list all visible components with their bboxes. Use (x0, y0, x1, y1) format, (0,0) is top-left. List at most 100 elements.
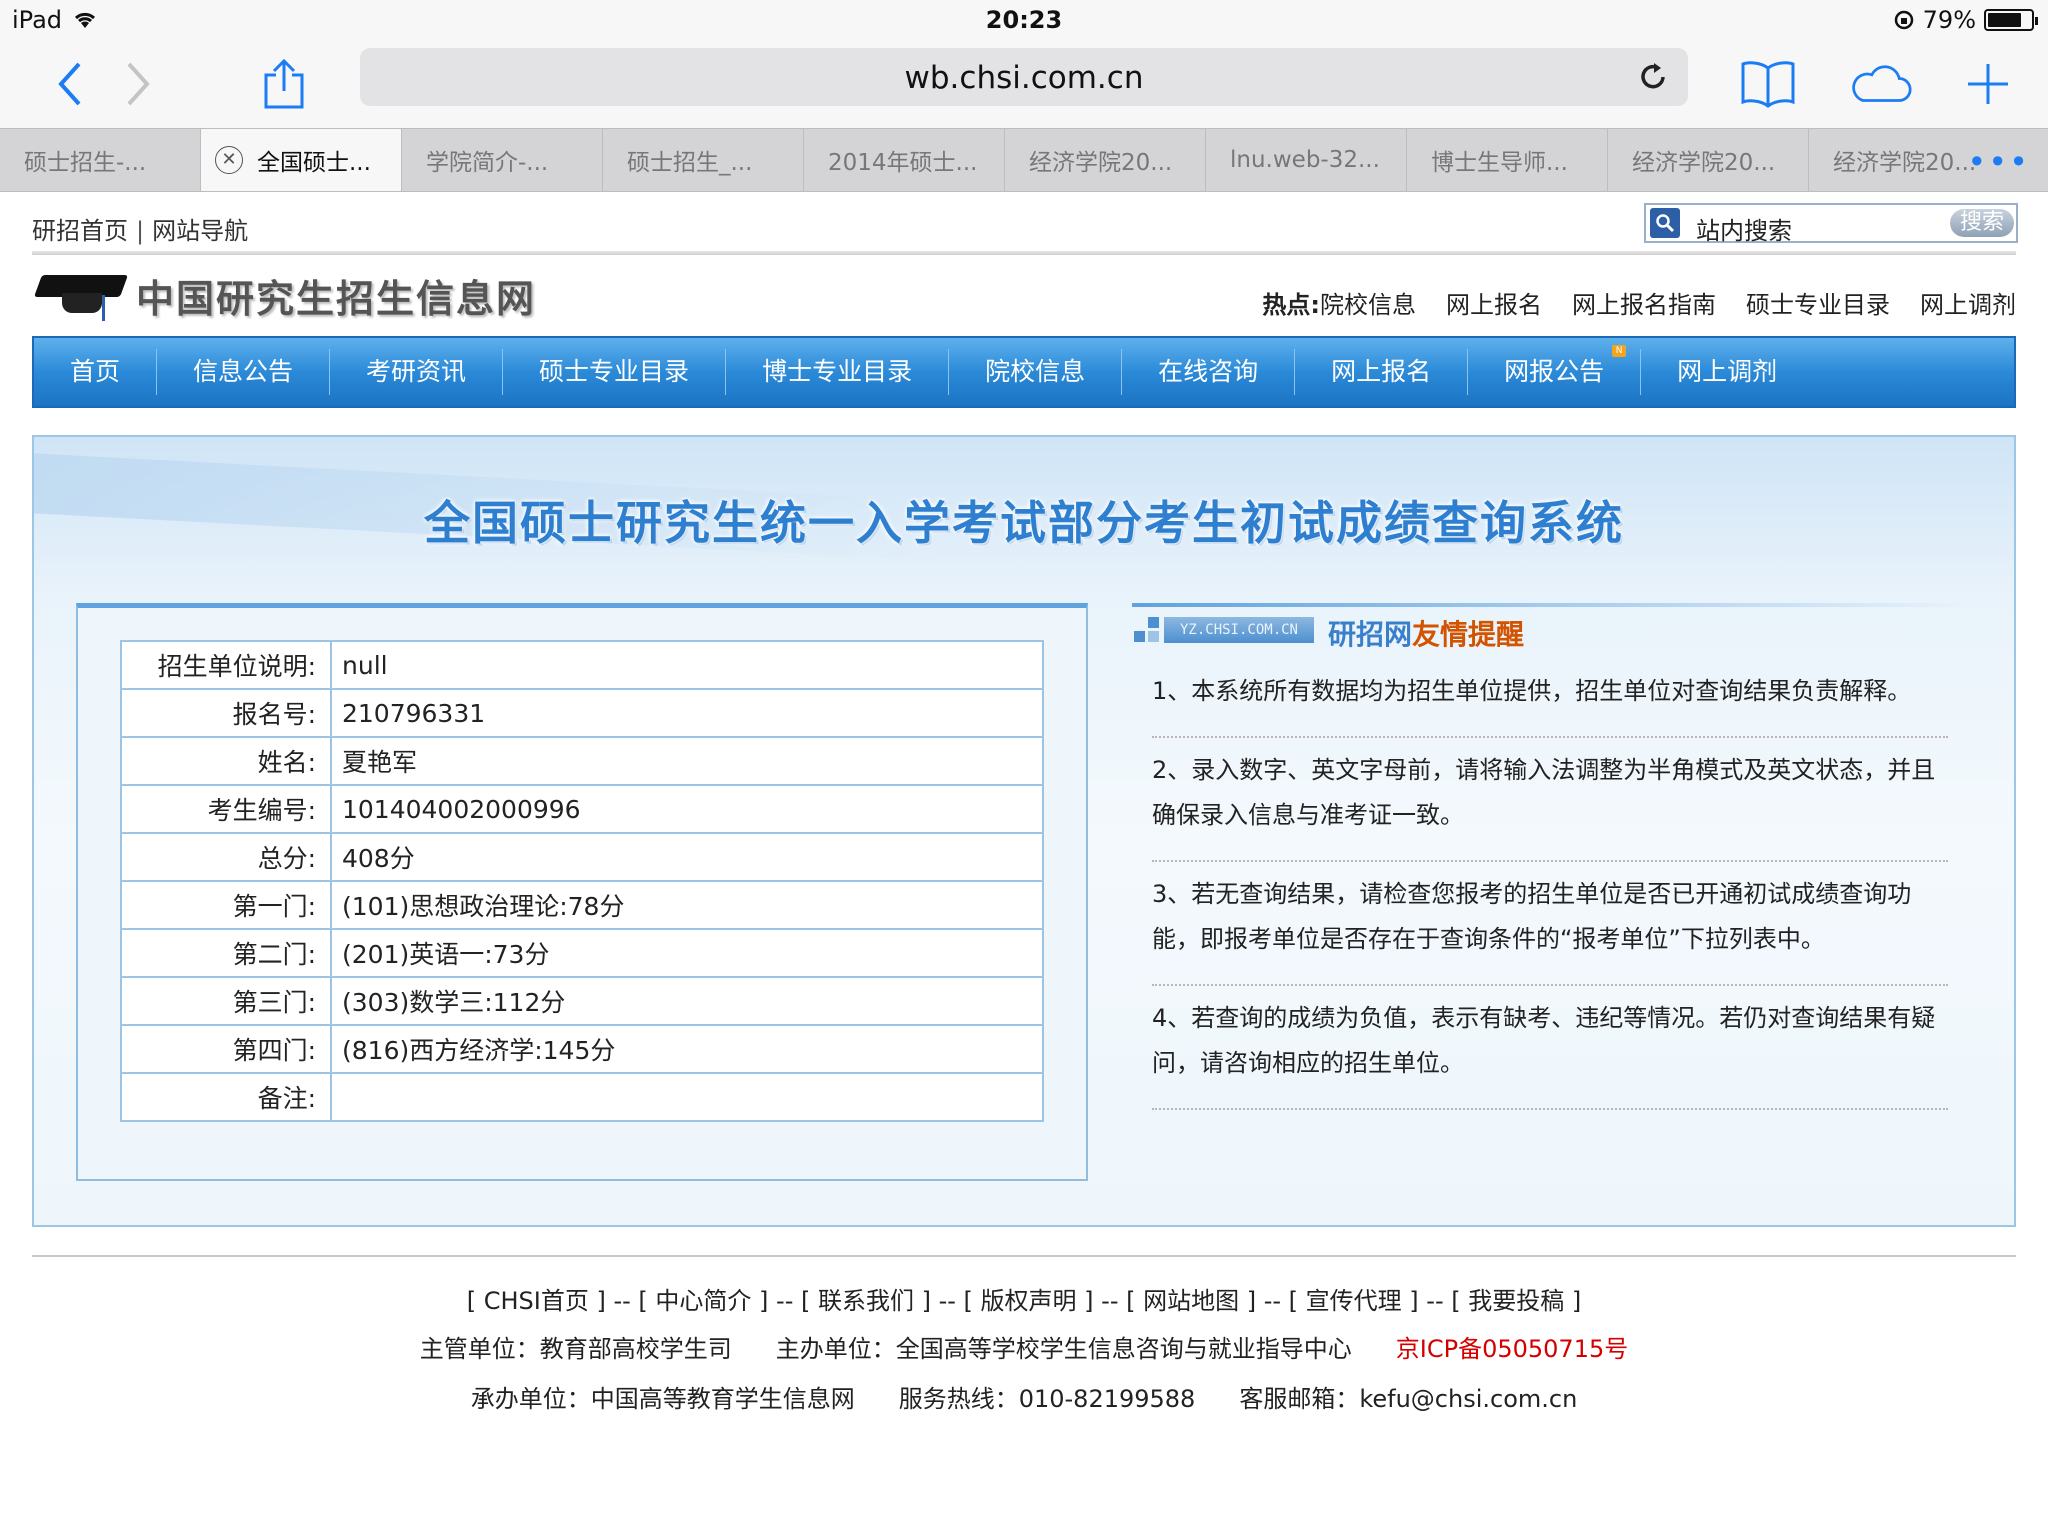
hot-link[interactable]: 网上报名指南 (1572, 285, 1716, 320)
back-button[interactable] (38, 52, 102, 116)
tab-label: 硕士招生-... (24, 150, 147, 176)
result-value (330, 1072, 1044, 1122)
search-icon (1650, 208, 1680, 238)
divider (32, 1255, 2016, 1257)
tips-logo-icon (1134, 617, 1160, 643)
result-row: 第二门: (201)英语一:73分 (120, 928, 1044, 978)
search-input[interactable]: 站内搜索 (1696, 211, 1792, 246)
nav-item[interactable]: 网上报名 (1295, 349, 1469, 395)
chevron-left-icon (58, 62, 81, 106)
result-label: 备注: (120, 1072, 332, 1122)
tab[interactable]: 硕士招生_... (603, 129, 804, 191)
address-bar[interactable]: wb.chsi.com.cn (360, 48, 1688, 106)
new-badge: N (1612, 345, 1627, 357)
site-search[interactable]: 站内搜索 搜索 (1644, 203, 2018, 246)
footer-supervisor: 主管单位：教育部高校学生司 (419, 1335, 732, 1363)
close-icon[interactable]: ✕ (215, 146, 243, 174)
tab-label: lnu.web-32... (1230, 147, 1380, 173)
more-tabs-icon[interactable]: ••• (1967, 143, 2030, 181)
nav-item[interactable]: 首页 (34, 349, 158, 395)
share-icon (264, 58, 304, 109)
link-home[interactable]: 研招首页 (32, 217, 128, 245)
footer-host: 主办单位：全国高等学校学生信息咨询与就业指导中心 (775, 1335, 1352, 1363)
tab-label: 经济学院20... (1029, 150, 1173, 176)
battery-percent: 79% (1922, 6, 1976, 34)
tips-title-site: 研招网 (1328, 618, 1413, 651)
footer-links[interactable]: [ CHSI首页 ] -- [ 中心简介 ] -- [ 联系我们 ] -- [ … (0, 1281, 2048, 1316)
share-button[interactable] (252, 52, 316, 116)
search-button[interactable]: 搜索 (1950, 209, 2014, 237)
result-value: 210796331 (330, 688, 1044, 738)
tab[interactable]: 经济学院20... (1608, 129, 1809, 191)
link-site-nav[interactable]: 网站导航 (152, 217, 248, 245)
nav-item[interactable]: 信息公告 (157, 349, 331, 395)
result-label: 姓名: (120, 736, 332, 786)
result-label: 第二门: (120, 928, 332, 978)
nav-item[interactable]: 考研资讯 (330, 349, 504, 395)
nav-item[interactable]: 院校信息 (949, 349, 1123, 395)
site-logo[interactable]: 中国研究生招生信息网 (33, 265, 536, 325)
url-text: wb.chsi.com.cn (904, 60, 1144, 96)
result-label: 考生编号: (120, 784, 332, 834)
graduation-cap-icon (33, 265, 129, 325)
tab-bar: 硕士招生-... ✕ 全国硕士... 学院简介-... 硕士招生_... 2014… (0, 128, 2048, 192)
tab[interactable]: 硕士招生-... (0, 129, 201, 191)
tips-box: YZ.CHSI.COM.CN 研招网 友情提醒 1、本系统所有数据均为招生单位提… (1132, 603, 1972, 1110)
icp-link[interactable]: 京ICP备05050715号 (1396, 1335, 1628, 1363)
result-label: 报名号: (120, 688, 332, 738)
result-label: 第四门: (120, 1024, 332, 1074)
result-row: 第一门: (101)思想政治理论:78分 (120, 880, 1044, 930)
hot-link[interactable]: 院校信息 (1320, 291, 1416, 319)
query-panel: 全国硕士研究生统一入学考试部分考生初试成绩查询系统 招生单位说明: null 报名号… (32, 435, 2016, 1227)
tab[interactable]: 学院简介-... (402, 129, 603, 191)
result-row: 第三门: (303)数学三:112分 (120, 976, 1044, 1026)
tab-label: 学院简介-... (426, 150, 549, 176)
cloud-icon (1852, 65, 1912, 102)
tips-title-reminder: 友情提醒 (1412, 618, 1525, 651)
result-value: (303)数学三:112分 (330, 976, 1044, 1026)
result-label: 第三门: (120, 976, 332, 1026)
status-bar: iPad 20:23 79% (0, 0, 2048, 40)
tab[interactable]: 2014年硕士... (804, 129, 1005, 191)
new-tab-button[interactable] (1956, 52, 2020, 116)
hot-link[interactable]: 网上报名 (1446, 285, 1542, 320)
hot-link[interactable]: 硕士专业目录 (1746, 285, 1890, 320)
hot-link[interactable]: 网上调剂 (1920, 285, 2016, 320)
result-row: 备注: (120, 1072, 1044, 1122)
result-table: 招生单位说明: null 报名号: 210796331 姓名: 夏艳军 考生编号: 10140… (120, 640, 1044, 1122)
hot-label: 热点:院校信息 (1262, 291, 1416, 319)
result-value: null (330, 640, 1044, 690)
tab-label: 全国硕士... (257, 150, 371, 176)
nav-item[interactable]: 在线咨询 (1122, 349, 1296, 395)
tip-item: 1、本系统所有数据均为招生单位提供，招生单位对查询结果负责解释。 (1152, 659, 1948, 738)
bookmarks-button[interactable] (1736, 52, 1800, 116)
footer-email[interactable]: 客服邮箱：kefu@chsi.com.cn (1239, 1385, 1577, 1413)
tab-label: 2014年硕士... (828, 150, 978, 176)
plus-icon (1968, 64, 2008, 104)
tip-item: 2、录入数字、英文字母前，请将输入法调整为半角模式及英文状态，并且确保录入信息与… (1152, 738, 1948, 862)
nav-item-announcements[interactable]: 网报公告 N (1468, 345, 1642, 395)
tab-label: 博士生导师... (1431, 150, 1568, 176)
tab-active[interactable]: ✕ 全国硕士... (201, 129, 402, 191)
nav-item[interactable]: 网上调剂 (1641, 349, 1813, 395)
tab[interactable]: lnu.web-32... (1206, 129, 1407, 191)
nav-item[interactable]: 博士专业目录 (726, 349, 950, 395)
result-row: 招生单位说明: null (120, 640, 1044, 690)
icloud-tabs-button[interactable] (1848, 52, 1912, 116)
result-row: 第四门: (816)西方经济学:145分 (120, 1024, 1044, 1074)
result-value: (101)思想政治理论:78分 (330, 880, 1044, 930)
browser-toolbar: wb.chsi.com.cn (0, 40, 2048, 128)
forward-button[interactable] (106, 52, 170, 116)
nav-item[interactable]: 硕士专业目录 (503, 349, 727, 395)
result-row: 姓名: 夏艳军 (120, 736, 1044, 786)
battery-icon (1984, 9, 2038, 31)
tip-item: 3、若无查询结果，请检查您报考的招生单位是否已开通初试成绩查询功能，即报考单位是… (1152, 862, 1948, 986)
result-value: (816)西方经济学:145分 (330, 1024, 1044, 1074)
tab[interactable]: 博士生导师... (1407, 129, 1608, 191)
main-nav: 首页 信息公告 考研资讯 硕士专业目录 博士专业目录 院校信息 在线咨询 网上报… (32, 336, 2016, 408)
tab[interactable]: 经济学院20... (1005, 129, 1206, 191)
reload-icon[interactable] (1636, 60, 1670, 94)
separator: | (136, 217, 145, 245)
banner-title: 全国硕士研究生统一入学考试部分考生初试成绩查询系统 (424, 496, 1624, 550)
system-banner: 全国硕士研究生统一入学考试部分考生初试成绩查询系统 (34, 437, 2014, 587)
